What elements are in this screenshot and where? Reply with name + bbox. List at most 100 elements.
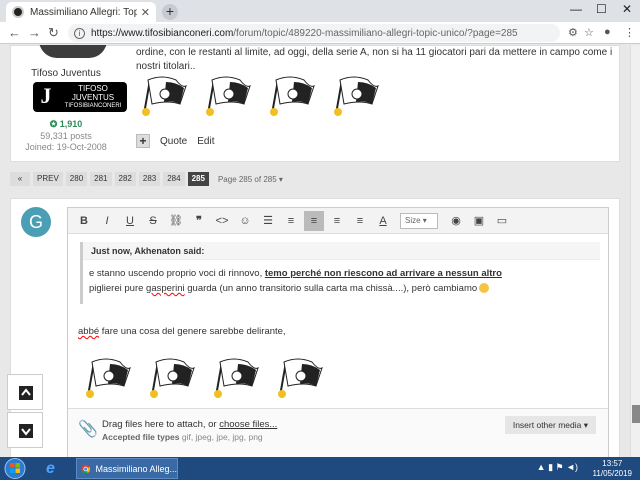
joined-date: Joined: 19-Oct-2008 — [25, 142, 107, 152]
chevron-up-icon — [19, 386, 33, 400]
chevron-down-icon — [19, 424, 33, 438]
quote-block-icon[interactable]: ❞ — [189, 211, 209, 231]
quote-line: piglierei pure gasperini guarda (un anno… — [89, 283, 490, 294]
close-tab-icon[interactable]: ✕ — [141, 6, 150, 19]
juventus-flag-icon — [214, 358, 259, 398]
address-bar[interactable]: i https://www.tifosibianconeri.com/forum… — [68, 24, 560, 42]
new-tab-button[interactable]: + — [162, 4, 178, 20]
user-avatar[interactable]: G — [21, 207, 51, 237]
juventus-flag-icon — [270, 76, 315, 116]
browser-toolbar: ← → ↻ i https://www.tifosibianconeri.com… — [0, 22, 640, 44]
quote-button[interactable]: Quote — [160, 136, 187, 147]
paperclip-icon: 📎 — [78, 421, 98, 438]
page-button[interactable]: 284 — [163, 172, 185, 186]
juventus-flag-icon — [150, 358, 195, 398]
tab-strip: Massimiliano Allegri: Topic Unico ✕ + — … — [0, 0, 640, 22]
link-icon[interactable]: ⛓ — [166, 211, 186, 231]
bookmark-star-icon[interactable]: ☆ — [584, 26, 594, 39]
site-favicon-icon — [12, 6, 24, 18]
reputation-count: ✪ 1,910 — [49, 119, 83, 129]
align-left-icon[interactable]: ≡ — [304, 210, 324, 231]
post-actions: + Quote Edit — [136, 134, 214, 148]
reply-body[interactable]: abbé fare una cosa del genere sarebbe de… — [78, 326, 286, 337]
scrollbar-thumb[interactable] — [632, 405, 640, 423]
juventus-flag-icon — [334, 76, 379, 116]
drag-files-text: Drag files here to attach, or choose fil… — [102, 419, 278, 430]
post-count: 59,331 posts — [40, 131, 92, 141]
juventus-flag-icon — [86, 358, 131, 398]
forum-post: ordine, con le restanti al limite, ad og… — [10, 45, 620, 162]
maximize-icon[interactable]: ☐ — [596, 2, 607, 16]
scroll-top-button[interactable] — [7, 374, 43, 410]
reply-editor: B I U S ⛓ ❞ <> ☺ ☰ ≡ ≡ ≡ ≡ A Size ▾ ◉ ▣ … — [67, 207, 609, 457]
page-jump-dropdown[interactable]: Page 285 of 285 ▾ — [218, 175, 283, 184]
rank-badge: J TIFOSO JUVENTUS TIFOSIBIANCONERI — [33, 82, 127, 112]
edit-button[interactable]: Edit — [197, 136, 214, 147]
juventus-flag-icon — [278, 358, 323, 398]
quote-citation: Just now, Akhenaton said: — [83, 242, 600, 260]
close-window-icon[interactable]: ✕ — [622, 2, 632, 16]
site-settings-icon[interactable]: ⚙ — [568, 26, 578, 39]
windows-taskbar: e Massimiliano Alleg... ▲ ▮ ⚑ ◄) 13:57 1… — [0, 457, 640, 480]
site-info-icon[interactable]: i — [74, 27, 85, 39]
font-size-select[interactable]: Size ▾ — [400, 212, 438, 229]
attachment-area[interactable]: 📎 Drag files here to attach, or choose f… — [68, 408, 608, 457]
page-content: ordine, con le restanti al limite, ad og… — [0, 45, 640, 457]
quoted-message: Just now, Akhenaton said: e stanno uscen… — [80, 242, 600, 304]
text-color-icon[interactable]: A — [373, 211, 393, 231]
code-icon[interactable]: <> — [212, 211, 232, 231]
numbered-list-icon[interactable]: ≡ — [281, 211, 301, 231]
scroll-bottom-button[interactable] — [7, 412, 43, 448]
accepted-file-types: Accepted file types gif, jpeg, jpe, jpg,… — [102, 432, 263, 442]
page-button[interactable]: 280 — [65, 172, 88, 186]
thinking-emoji-icon — [479, 283, 490, 294]
first-page-button[interactable]: « — [10, 172, 30, 186]
page-button[interactable]: 281 — [90, 172, 112, 186]
emoticon-icon[interactable]: ☺ — [235, 211, 255, 231]
strikethrough-button[interactable]: S — [143, 211, 163, 231]
browser-tab[interactable]: Massimiliano Allegri: Topic Unico ✕ — [6, 2, 156, 22]
system-tray-icons[interactable]: ▲ ▮ ⚑ ◄) — [537, 462, 578, 473]
juventus-flag-icon — [142, 76, 187, 116]
choose-files-link[interactable]: choose files... — [219, 419, 277, 430]
quote-line: e stanno uscendo proprio voci di rinnovo… — [89, 268, 502, 279]
tab-title: Massimiliano Allegri: Topic Unico — [30, 6, 137, 18]
pagination: « PREV 280 281 282 283 284 285 Page 285 … — [10, 172, 283, 186]
juventus-flag-icon — [206, 76, 251, 116]
clock[interactable]: 13:57 11/05/2019 — [593, 459, 632, 479]
chrome-taskbar-item[interactable]: Massimiliano Alleg... — [76, 458, 178, 479]
insert-other-media-button[interactable]: Insert other media ▾ — [504, 416, 596, 434]
multiquote-button[interactable]: + — [136, 134, 150, 148]
current-page-button[interactable]: 285 — [187, 172, 209, 186]
prev-page-button[interactable]: PREV — [33, 172, 63, 186]
italic-button[interactable]: I — [97, 211, 117, 231]
internet-explorer-icon[interactable]: e — [46, 460, 55, 480]
align-right-icon[interactable]: ≡ — [350, 211, 370, 231]
align-center-icon[interactable]: ≡ — [327, 211, 347, 231]
flag-emoticons — [136, 74, 380, 116]
back-icon[interactable]: ← — [8, 25, 21, 40]
author-name[interactable]: Tifoso Juventus — [11, 68, 121, 79]
page-button[interactable]: 283 — [138, 172, 161, 186]
reload-icon[interactable]: ↻ — [48, 25, 59, 41]
minimize-icon[interactable]: — — [570, 2, 582, 16]
underline-button[interactable]: U — [120, 211, 140, 231]
paste-icon[interactable]: ▣ — [469, 211, 489, 231]
windows-start-icon[interactable] — [4, 458, 26, 479]
url-text: https://www.tifosibianconeri.com/forum/t… — [91, 27, 518, 39]
reply-flag-emoticons — [80, 356, 324, 398]
forward-icon[interactable]: → — [28, 25, 41, 40]
editor-toolbar: B I U S ⛓ ❞ <> ☺ ☰ ≡ ≡ ≡ ≡ A Size ▾ ◉ ▣ … — [68, 208, 608, 234]
document-icon[interactable]: ▭ — [492, 211, 512, 231]
preview-eye-icon[interactable]: ◉ — [446, 211, 466, 231]
post-body: ordine, con le restanti al limite, ad og… — [136, 47, 613, 72]
page-button[interactable]: 282 — [114, 172, 136, 186]
bold-button[interactable]: B — [74, 211, 94, 231]
page-scrollbar[interactable] — [630, 45, 640, 457]
menu-icon[interactable]: ⋮ — [624, 26, 635, 39]
author-avatar[interactable] — [39, 45, 107, 58]
profile-icon[interactable]: ● — [604, 26, 611, 38]
chrome-icon — [81, 464, 91, 474]
bullet-list-icon[interactable]: ☰ — [258, 211, 278, 231]
juventus-logo-icon: J — [40, 83, 52, 108]
